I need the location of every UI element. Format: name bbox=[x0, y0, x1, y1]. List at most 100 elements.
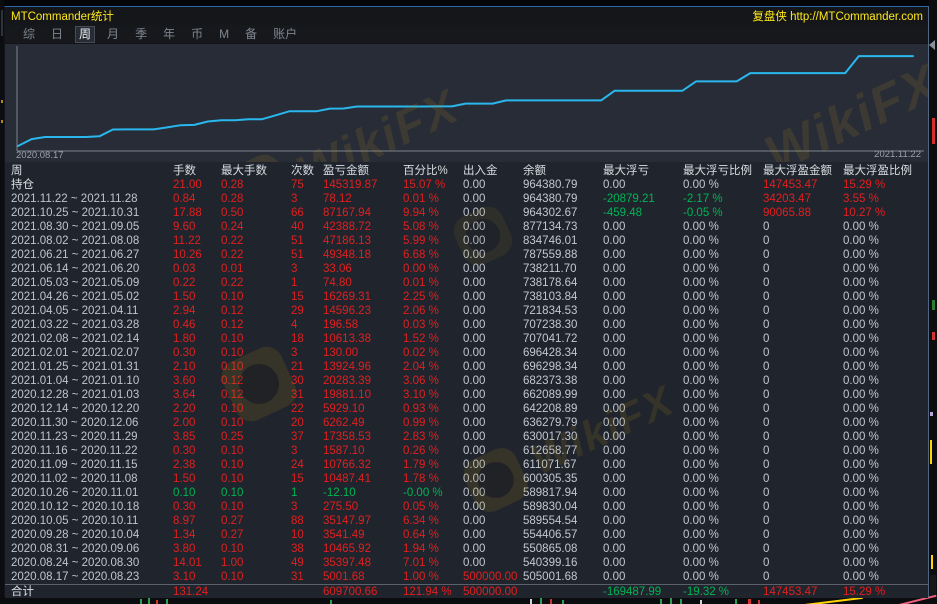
cell: 0.00 bbox=[603, 346, 625, 360]
cell: 6.34 % bbox=[403, 514, 439, 528]
cell: 0.00 bbox=[603, 234, 625, 248]
cell: 51 bbox=[291, 234, 304, 248]
menu-item-日[interactable]: 日 bbox=[47, 27, 67, 42]
cell: 2.04 % bbox=[403, 360, 439, 374]
table-header: 周手数最大手数次数盈亏金额百分比%出入金余额最大浮亏最大浮亏比例最大浮盈金额最大… bbox=[5, 164, 928, 178]
cell: 1.78 % bbox=[403, 472, 439, 486]
cell: 0 bbox=[763, 402, 769, 416]
cell: 0 bbox=[763, 318, 769, 332]
cell: 0.00 % bbox=[683, 430, 719, 444]
column-header: 出入金 bbox=[463, 164, 498, 178]
cell: 0.50 bbox=[221, 206, 243, 220]
cell: 3.10 bbox=[173, 570, 195, 584]
cell: 0 bbox=[763, 262, 769, 276]
cell: 0.00 % bbox=[683, 248, 719, 262]
cell: 0.00 % bbox=[683, 234, 719, 248]
cell: 0.00 % bbox=[843, 514, 879, 528]
title-bar[interactable]: MTCommander统计 复盘侠 http://MTCommander.com bbox=[5, 7, 928, 25]
cell: 2.25 % bbox=[403, 290, 439, 304]
cell: 0.00 % bbox=[843, 374, 879, 388]
cell: 0.00 bbox=[463, 248, 485, 262]
cell: 0 bbox=[763, 220, 769, 234]
cell: 721834.53 bbox=[523, 304, 577, 318]
cell: 0.10 bbox=[221, 472, 243, 486]
cell: 30 bbox=[291, 374, 304, 388]
cell: 2.94 bbox=[173, 304, 195, 318]
menu-item-账户[interactable]: 账户 bbox=[269, 27, 301, 42]
row-period-label: 2020.11.30 ~ 2020.12.06 bbox=[11, 416, 138, 430]
cell: 0.00 bbox=[603, 486, 625, 500]
menu-item-周[interactable]: 周 bbox=[75, 26, 95, 43]
menu-item-M[interactable]: M bbox=[215, 27, 233, 42]
menu-item-综[interactable]: 综 bbox=[19, 27, 39, 42]
row-period-label: 2021.03.22 ~ 2021.03.28 bbox=[11, 318, 139, 332]
table-row: 2020.11.23 ~ 2020.11.293.850.253717358.5… bbox=[5, 430, 928, 444]
cell: 589817.94 bbox=[523, 486, 577, 500]
menu-item-年[interactable]: 年 bbox=[159, 27, 179, 42]
table-row: 2021.02.08 ~ 2021.02.141.800.101810613.3… bbox=[5, 332, 928, 346]
cell: -2.17 % bbox=[683, 192, 723, 206]
cell: -12.10 bbox=[323, 486, 356, 500]
cell: 0.10 bbox=[221, 346, 243, 360]
table-body: 持仓21.000.2875145319.8715.07 %0.00964380.… bbox=[5, 178, 928, 598]
cell: 3 bbox=[291, 346, 297, 360]
column-header: 手数 bbox=[173, 164, 196, 178]
cell: 35397.48 bbox=[323, 556, 371, 570]
cell: 88 bbox=[291, 514, 304, 528]
cell: 0.03 bbox=[173, 262, 195, 276]
cell: 42388.72 bbox=[323, 220, 371, 234]
cell: 0.00 % bbox=[843, 388, 879, 402]
cell: 78.12 bbox=[323, 192, 352, 206]
cell: 0.00 % bbox=[843, 220, 879, 234]
cell: 0.10 bbox=[221, 542, 243, 556]
row-period-label: 2020.08.31 ~ 2020.09.06 bbox=[11, 542, 139, 556]
row-period-label: 2020.10.12 ~ 2020.10.18 bbox=[11, 500, 139, 514]
cell: 0 bbox=[763, 486, 769, 500]
row-period-label: 2021.02.08 ~ 2021.02.14 bbox=[11, 332, 139, 346]
cell: 0.00 bbox=[463, 556, 485, 570]
menu-item-季[interactable]: 季 bbox=[131, 27, 151, 42]
cell: 0.00 bbox=[463, 458, 485, 472]
cell: 14.01 bbox=[173, 556, 202, 570]
cell: 0.00 bbox=[463, 542, 485, 556]
cell: 196.58 bbox=[323, 318, 358, 332]
cell: 0.05 % bbox=[403, 500, 439, 514]
column-header: 余额 bbox=[523, 164, 546, 178]
cell: 0.10 bbox=[221, 416, 243, 430]
cell: 1.80 bbox=[173, 332, 195, 346]
cell: -0.00 % bbox=[403, 486, 443, 500]
row-period-label: 2021.08.30 ~ 2021.09.05 bbox=[11, 220, 139, 234]
menu-item-币[interactable]: 币 bbox=[187, 27, 207, 42]
cell: 2.00 bbox=[173, 416, 195, 430]
menu-item-备[interactable]: 备 bbox=[241, 27, 261, 42]
cell: 147453.47 bbox=[763, 585, 817, 598]
table-row: 2021.05.03 ~ 2021.05.090.220.22174.800.0… bbox=[5, 276, 928, 290]
row-period-label: 2021.04.05 ~ 2021.04.11 bbox=[11, 304, 138, 318]
cell: 550865.08 bbox=[523, 542, 577, 556]
cell: 21.00 bbox=[173, 178, 202, 192]
cell: 0.00 bbox=[463, 514, 485, 528]
menu-item-月[interactable]: 月 bbox=[103, 27, 123, 42]
cell: 0.00 % bbox=[843, 416, 879, 430]
column-header: 百分比% bbox=[403, 164, 448, 178]
brand-link[interactable]: 复盘侠 http://MTCommander.com bbox=[752, 8, 923, 24]
cell: 609700.66 bbox=[323, 585, 377, 598]
table-row: 2021.06.21 ~ 2021.06.2710.260.225149348.… bbox=[5, 248, 928, 262]
cell: 0.64 % bbox=[403, 528, 439, 542]
cell: 738103.84 bbox=[523, 290, 577, 304]
cell: 0.00 % bbox=[843, 472, 879, 486]
column-header: 最大浮盈比例 bbox=[843, 164, 912, 178]
cell: 0 bbox=[763, 472, 769, 486]
cell: 3 bbox=[291, 500, 297, 514]
cell: 0 bbox=[763, 528, 769, 542]
cell: 738211.70 bbox=[523, 262, 577, 276]
cell: 33.06 bbox=[323, 262, 352, 276]
cell: 0.00 bbox=[603, 332, 625, 346]
cell: 0.00 bbox=[463, 430, 485, 444]
screen: MTCommander统计 复盘侠 http://MTCommander.com… bbox=[0, 0, 937, 604]
column-header: 最大浮盈金额 bbox=[763, 164, 832, 178]
cell: 275.50 bbox=[323, 500, 358, 514]
cell: 3 bbox=[291, 444, 297, 458]
cell: -0.05 % bbox=[683, 206, 723, 220]
cell: 0.00 bbox=[463, 402, 485, 416]
